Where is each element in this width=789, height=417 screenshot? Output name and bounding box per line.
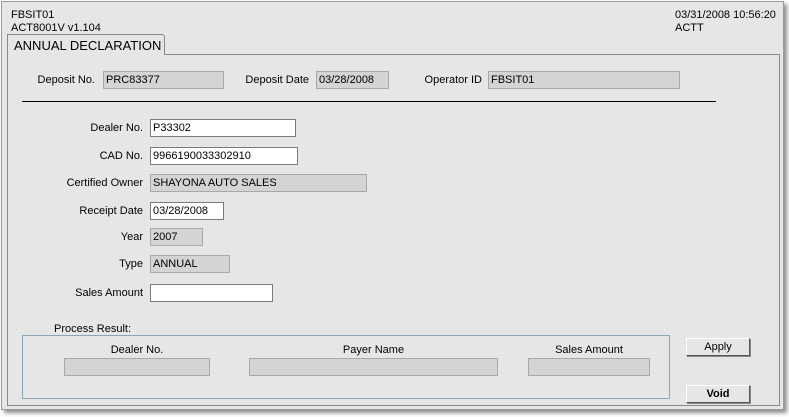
year-field: 2007: [150, 228, 203, 246]
dealer-no-input[interactable]: P33302: [150, 119, 296, 137]
tab-annual-declaration[interactable]: ANNUAL DECLARATION: [7, 34, 165, 55]
receipt-date-label: Receipt Date: [79, 205, 143, 217]
deposit-date-field: 03/28/2008: [316, 71, 389, 89]
certified-owner-field: SHAYONA AUTO SALES: [150, 174, 367, 192]
cad-no-label: CAD No.: [99, 150, 143, 162]
result-payer-name-field: [249, 358, 498, 376]
dealer-no-label: Dealer No.: [90, 122, 143, 134]
operator-id-label: Operator ID: [424, 74, 482, 86]
result-dealer-no-header: Dealer No.: [110, 344, 164, 356]
year-label: Year: [120, 231, 143, 243]
screen-id: FBSIT01: [11, 9, 55, 21]
apply-button[interactable]: Apply: [686, 338, 750, 356]
void-button[interactable]: Void: [686, 385, 750, 403]
operator-id-field: FBSIT01: [488, 71, 680, 89]
result-sales-amount-field: [528, 358, 650, 376]
sales-amount-input[interactable]: [150, 284, 273, 302]
current-datetime: 03/31/2008 10:56:20: [675, 9, 776, 21]
result-dealer-no-field: [64, 358, 210, 376]
result-payer-name-header: Payer Name: [342, 344, 405, 356]
deposit-no-label: Deposit No.: [37, 74, 95, 86]
deposit-no-field: PRC83377: [103, 71, 224, 89]
deposit-date-label: Deposit Date: [245, 74, 309, 86]
receipt-date-input[interactable]: 03/28/2008: [150, 202, 224, 220]
system-name: ACTT: [675, 22, 704, 34]
certified-owner-label: Certified Owner: [66, 177, 143, 189]
cad-no-input[interactable]: 9966190033302910: [150, 147, 298, 165]
divider: [22, 101, 716, 102]
sales-amount-label: Sales Amount: [75, 287, 143, 299]
program-version: ACT8001V v1.104: [11, 22, 101, 34]
result-sales-amount-header: Sales Amount: [555, 344, 623, 356]
application-window: FBSIT01 ACT8001V v1.104 03/31/2008 10:56…: [1, 1, 784, 410]
type-field: ANNUAL: [150, 255, 230, 273]
type-label: Type: [119, 258, 143, 270]
